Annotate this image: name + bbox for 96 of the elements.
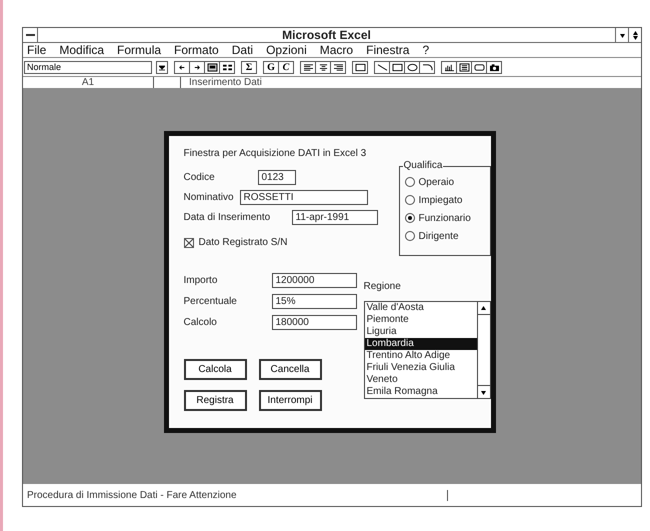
list-item[interactable]: Trentino Alto Adige [364,350,476,362]
input-field[interactable]: 0123 [258,170,296,185]
toolbar-button[interactable] [219,60,235,74]
menu-item[interactable]: Modifica [59,43,104,57]
minimize-button[interactable] [615,28,628,42]
toolbar-button[interactable] [441,60,457,74]
radio-button[interactable] [404,177,414,187]
list-item[interactable]: Veneto [364,374,476,386]
toolbar-button[interactable] [486,60,502,74]
list-item[interactable]: Piemonte [364,314,476,326]
up-down-arrows-icon [632,30,638,40]
radio-label: Funzionario [418,212,471,224]
list-item[interactable]: Valle d'Aosta [364,302,476,314]
toolbar-button[interactable] [419,60,435,74]
menu-item[interactable]: Macro [320,43,354,57]
cross-icon [184,238,192,246]
list-item[interactable]: Emila Romagna [364,386,476,398]
field-label: Nominativo [184,192,234,203]
input-field[interactable]: 11-apr-1991 [292,210,378,225]
toolbar-button[interactable] [404,60,420,74]
status-text: Procedura di Immissione Dati - Fare Attenzione [27,490,448,500]
dialog-button[interactable]: Calcola [184,359,246,380]
radio-label: Dirigente [418,230,459,242]
toolbar-button[interactable] [204,60,220,74]
ellipse-icon [406,62,418,72]
field-label: Percentuale [184,296,238,307]
input-field[interactable]: 1200000 [272,273,356,288]
list-label: Regione [364,281,402,292]
group-label: Qualifica [402,160,444,171]
checkbox[interactable] [184,238,194,248]
scroll-down-icon [620,32,624,38]
line-icon [376,62,388,72]
checkbox-label: Dato Registrato S/N [198,237,288,248]
menu-item[interactable]: Formato [174,43,219,57]
dialog-button[interactable]: Cancella [258,359,322,380]
arc-icon [420,62,434,72]
toolbar-button[interactable]: G [263,60,279,74]
toolbar-button[interactable] [374,60,390,74]
dialog-button[interactable]: Registra [184,390,246,411]
down-arrow-icon [159,64,165,70]
field-label: Importo [184,275,218,286]
field-label: Data di Inserimento [184,212,270,223]
textbox-icon [458,62,470,72]
toolbar-button[interactable] [330,60,346,74]
menu-item[interactable]: Opzioni [266,43,307,57]
radio-button[interactable] [404,231,414,241]
toolbar-button[interactable] [189,60,205,74]
dots-icon [220,62,234,72]
align-right-icon [332,62,344,72]
toolbar-button[interactable] [174,60,190,74]
toolbar-button[interactable] [315,60,331,74]
toolbar-button[interactable] [300,60,316,74]
input-field[interactable]: 15% [272,294,356,309]
toolbar-button[interactable] [352,60,368,74]
pushbutton-icon [472,62,486,72]
dialog-title: Finestra per Acquisizione DATI in Excel 3 [184,148,368,159]
list-item[interactable]: Lombardia [364,338,476,350]
outline-icon [206,62,218,72]
menu-item[interactable]: File [27,43,46,57]
toolbar-button[interactable]: C [278,60,294,74]
input-field[interactable]: ROSSETTI [240,190,368,205]
menu-item[interactable]: Formula [117,43,162,57]
menu-item[interactable]: Dati [232,43,254,57]
formula-content[interactable]: Inserimento Dati [181,77,262,88]
field-label: Calcolo [184,317,218,328]
scrollbar[interactable] [476,302,490,398]
dialog-button[interactable]: Interrompi [258,390,322,411]
cell-reference: A1 [80,77,96,88]
radio-button[interactable] [404,213,414,223]
list-item[interactable]: Friuli Venezia Giulia [364,362,476,374]
radio-label: Operaio [418,176,454,188]
scroll-up-icon [481,306,486,310]
radio-button[interactable] [404,195,414,205]
restore-button[interactable] [628,28,641,42]
list-item[interactable]: Liguria [364,326,476,338]
system-menu-button[interactable] [23,28,38,42]
align-left-icon [302,62,314,72]
minus-icon [26,34,34,36]
toolbar-button[interactable] [456,60,472,74]
dropdown-button[interactable] [156,60,168,74]
rectangle-icon [390,62,404,72]
field-label: Codice [184,172,215,183]
chart-icon [442,62,456,72]
window-title: Microsoft Excel [281,28,372,42]
frame-icon [354,62,366,72]
toolbar-button[interactable]: Σ [241,60,257,74]
scroll-down-icon [481,390,486,394]
list-box[interactable]: Valle d'Aosta Piemonte Liguria Lombardia Trentino Alto Adige Friuli Venezia Giulia Veneto Emila Romagna [364,301,490,399]
menu-item[interactable]: Finestra [366,43,410,57]
toolbar-button[interactable] [389,60,405,74]
menu-item[interactable]: ? [422,43,430,57]
toolbar-button[interactable] [471,60,487,74]
radio-label: Impiegato [418,194,462,206]
input-field[interactable]: 180000 [272,315,356,330]
style-field[interactable]: Normale [24,60,152,74]
camera-icon [488,62,500,72]
